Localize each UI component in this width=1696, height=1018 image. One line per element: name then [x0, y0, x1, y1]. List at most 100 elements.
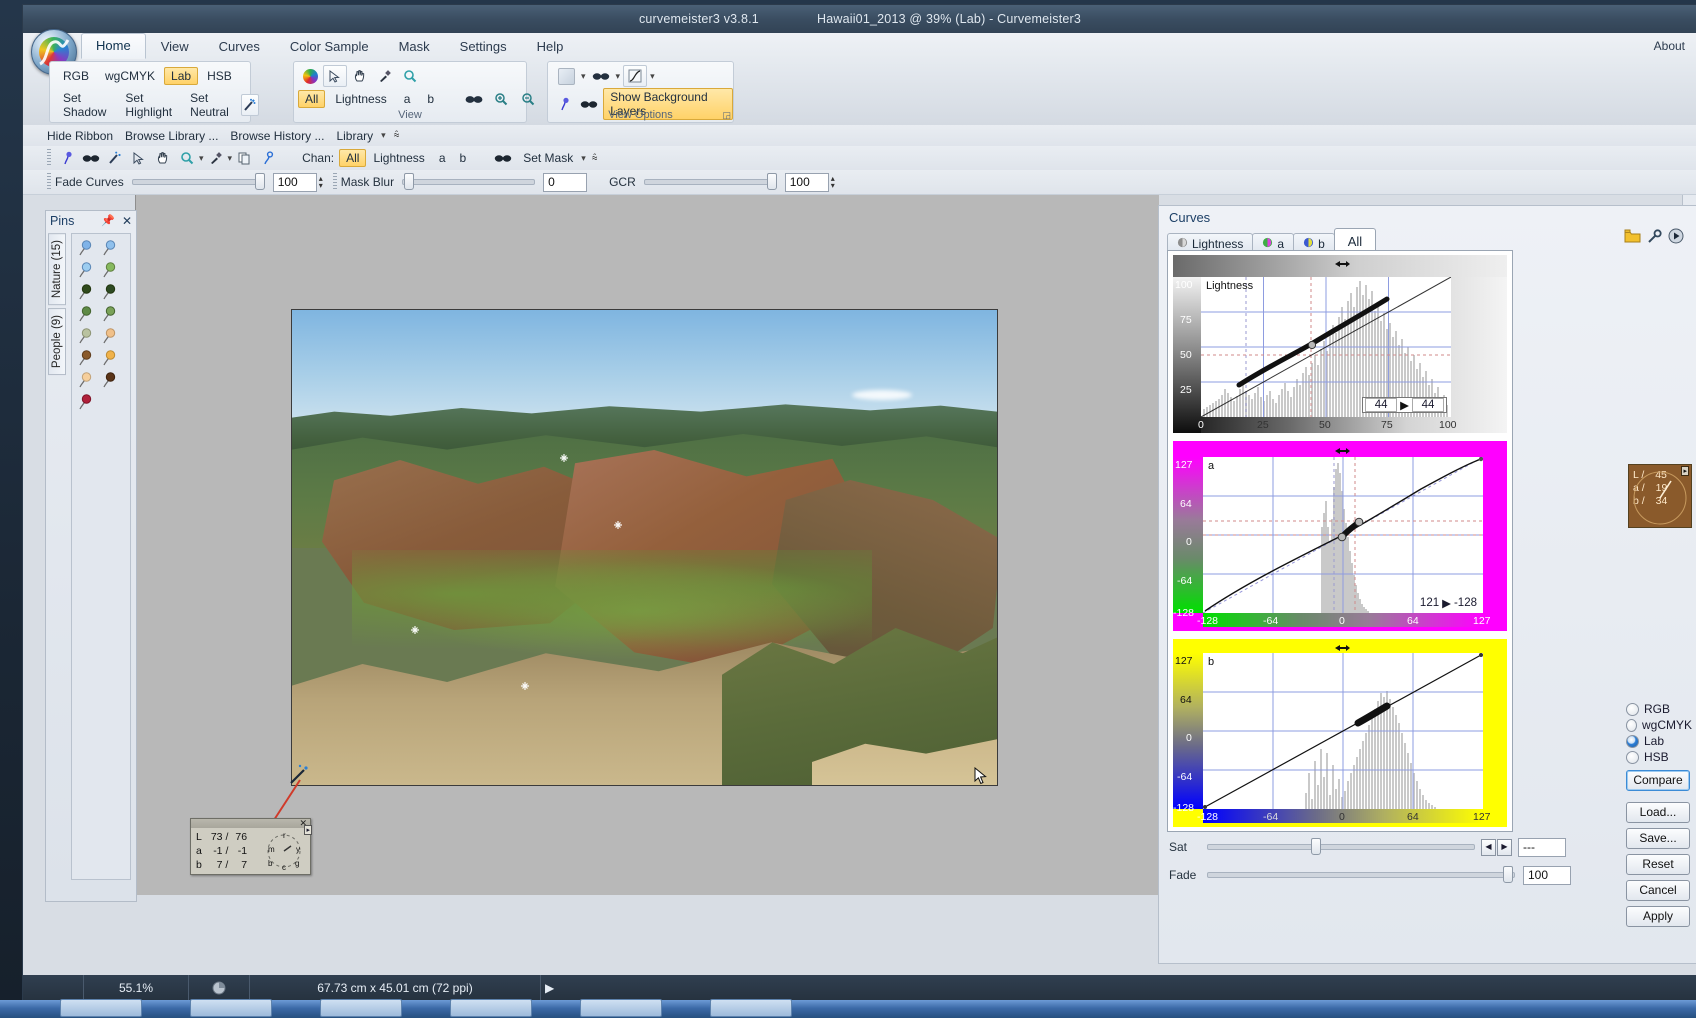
toolbar-channel-b[interactable]: b [453, 149, 474, 167]
sat-increment-button[interactable]: ▶ [1497, 838, 1512, 856]
copy-icon[interactable] [232, 147, 256, 169]
image-canvas[interactable] [291, 309, 998, 786]
pin-swatches[interactable] [74, 237, 130, 417]
lightness-readout[interactable]: 44 ▶ 44 [1362, 397, 1447, 413]
fade-grip[interactable] [47, 173, 51, 191]
mask-blur-grip[interactable] [332, 173, 337, 191]
color-mode-wgcmyk[interactable]: wgCMYK [1626, 717, 1692, 733]
taskbar-item[interactable] [320, 999, 402, 1017]
current-color-swatch[interactable]: L / 45 a / 19 b / 34 ▸ [1628, 464, 1692, 528]
toolbar-channel-lightness[interactable]: Lightness [366, 149, 431, 167]
fade-curves-stepper[interactable]: ▴ ▾ [319, 175, 323, 190]
hand-icon[interactable] [348, 65, 372, 87]
ribbon-tab-color-sample[interactable]: Color Sample [275, 34, 384, 59]
magic-wand-icon[interactable] [241, 94, 259, 116]
ribbon-tab-view[interactable]: View [146, 34, 204, 59]
taskbar-item[interactable] [60, 999, 142, 1017]
a-gradient-handle[interactable] [1333, 445, 1351, 457]
color-mode-rgb[interactable]: RGB [1626, 701, 1692, 717]
a-plot[interactable]: a 121 ▶ -128 [1203, 457, 1483, 613]
chevron-down-icon-3[interactable]: ▾ [650, 71, 655, 82]
chevron-down-icon-zoom[interactable]: ▾ [199, 153, 204, 164]
status-expand-arrow-icon[interactable]: ▶ [541, 975, 564, 1001]
view-channel-b[interactable]: b [420, 90, 441, 108]
radio-wgcmyk-icon[interactable] [1626, 718, 1637, 732]
taskbar-item[interactable] [710, 999, 792, 1017]
taskbar-item[interactable] [580, 999, 662, 1017]
radio-hsb-icon[interactable] [1626, 750, 1639, 764]
glasses-icon-tool[interactable] [79, 147, 103, 169]
lightness-readout-input[interactable]: 44 [1365, 398, 1398, 412]
color-mode-hsb[interactable]: HSB [1626, 749, 1692, 765]
paint-icon[interactable] [256, 147, 280, 169]
colorspace-rgb[interactable]: RGB [56, 67, 96, 85]
magnifier-icon[interactable] [398, 65, 422, 87]
colorspace-wgcmyk[interactable]: wgCMYK [98, 67, 162, 85]
a-readout-output[interactable]: -128 [1454, 597, 1477, 609]
lightness-curve-line[interactable] [1201, 277, 1451, 417]
overflow-icon-tool[interactable]: ⩯ [592, 153, 598, 164]
chart-lightness[interactable]: Lightness 44 ▶ 44 100 75 50 25 0 25 50 7… [1173, 255, 1507, 433]
save-button[interactable]: Save... [1626, 828, 1690, 849]
gcr-stepper[interactable]: ▴ ▾ [831, 175, 835, 190]
set-mask-button[interactable]: Set Mask [515, 148, 581, 168]
pins-tab-people[interactable]: People (9) [48, 308, 66, 376]
mask-blur-slider[interactable] [402, 173, 536, 190]
dialog-launcher-icon[interactable]: ◲ [722, 110, 731, 121]
view-channel-lightness[interactable]: Lightness [328, 90, 393, 108]
glasses-icon[interactable] [589, 65, 613, 87]
curve-icon[interactable] [623, 65, 648, 87]
taskbar-item[interactable] [450, 999, 532, 1017]
chevron-down-icon-library[interactable]: ▾ [381, 130, 386, 141]
toolbar-channel-a[interactable]: a [432, 149, 453, 167]
set-shadow-button[interactable]: Set Shadow [55, 88, 116, 122]
canvas-area[interactable] [135, 195, 1159, 895]
zoom-out-icon[interactable] [516, 88, 540, 110]
status-zoom[interactable]: 55.1% [84, 975, 189, 1001]
view-channel-all[interactable]: All [298, 90, 326, 108]
toolbar-grip[interactable] [47, 149, 51, 167]
chevron-down-icon-1[interactable]: ▾ [581, 71, 586, 82]
hand-icon-tool[interactable] [151, 147, 175, 169]
colorspace-hsb[interactable]: HSB [200, 67, 239, 85]
fade-curves-value[interactable]: 100 [272, 172, 317, 192]
taskbar-item[interactable] [190, 999, 272, 1017]
reset-button[interactable]: Reset [1626, 854, 1690, 875]
radio-lab-icon[interactable] [1626, 734, 1639, 748]
ribbon-tab-settings[interactable]: Settings [445, 34, 522, 59]
zoom-in-icon[interactable] [489, 88, 513, 110]
magnifier-icon-tool[interactable] [175, 147, 199, 169]
pushpin-icon[interactable]: 📌 [101, 214, 115, 227]
apply-button[interactable]: Apply [1626, 906, 1690, 927]
overflow-icon[interactable]: ⩯ [394, 130, 400, 141]
view-channel-a[interactable]: a [397, 90, 418, 108]
sat-value[interactable]: --- [1518, 837, 1566, 857]
orb-small-icon[interactable] [298, 65, 322, 87]
chevron-down-icon-2[interactable]: ▾ [616, 71, 621, 82]
chart-b[interactable]: b 127 64 0 -64 -128 -128 -64 0 64 127 [1173, 639, 1507, 827]
fade-slider[interactable] [1207, 866, 1515, 883]
pointer-icon[interactable] [323, 65, 347, 87]
set-highlight-button[interactable]: Set Highlight [117, 88, 181, 122]
fade-value[interactable]: 100 [1523, 865, 1571, 885]
color-mode-lab[interactable]: Lab [1626, 733, 1692, 749]
doc-icon[interactable] [189, 975, 250, 1001]
ribbon-tab-curves[interactable]: Curves [204, 34, 275, 59]
pins-tab-nature[interactable]: Nature (15) [48, 233, 66, 306]
expand-icon-swatch[interactable]: ▸ [1681, 466, 1689, 476]
color-wheel-widget[interactable]: r y g c b m ▸ [262, 825, 312, 872]
a-readout[interactable]: 121 ▶ -128 [1418, 596, 1479, 610]
browse-library-link[interactable]: Browse Library ... [119, 127, 224, 145]
wrench-icon[interactable] [1647, 228, 1662, 247]
eyedropper-icon-tool[interactable] [204, 147, 228, 169]
load-button[interactable]: Load... [1626, 802, 1690, 823]
colorspace-lab[interactable]: Lab [164, 67, 199, 85]
pointer-icon-tool[interactable] [127, 147, 151, 169]
cancel-button[interactable]: Cancel [1626, 880, 1690, 901]
set-neutral-button[interactable]: Set Neutral [182, 88, 240, 122]
b-curve-line[interactable] [1203, 653, 1483, 809]
lightness-gradient-handle[interactable] [1333, 258, 1351, 270]
browse-history-link[interactable]: Browse History ... [224, 127, 330, 145]
ribbon-tab-help[interactable]: Help [522, 34, 579, 59]
fade-curves-slider[interactable] [131, 173, 265, 190]
